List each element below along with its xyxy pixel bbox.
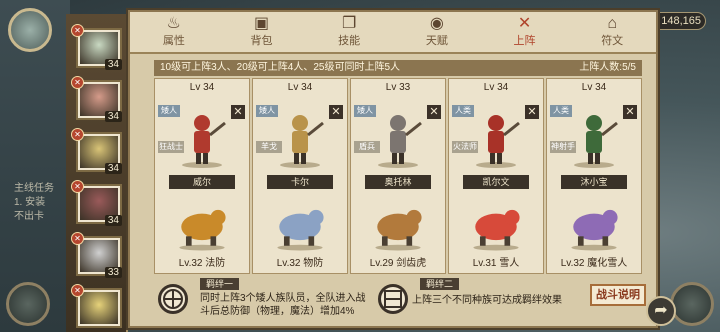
- crossed-swords-icon: ✕: [517, 15, 532, 32]
- hero-figure: [557, 109, 631, 169]
- bond-two-title: 羁绊二: [420, 278, 460, 290]
- hero-level: 34: [104, 163, 122, 174]
- hero-slot[interactable]: ✕ 34: [71, 24, 122, 70]
- tab-label: 技能: [338, 35, 361, 47]
- bond-one-title: 羁绊一: [200, 278, 240, 290]
- hero-card[interactable]: Lv 34 人类 火法师 ✕ 凯尔文 Lv.31 雪人: [448, 78, 544, 274]
- deployed-badge-icon: ✕: [71, 128, 84, 141]
- hero-name: 威尔: [169, 175, 235, 189]
- tab-house[interactable]: ⌂ 符文: [568, 12, 656, 52]
- deployed-badge-icon: ✕: [71, 76, 84, 89]
- flame-icon: ♨: [166, 15, 181, 32]
- hero-slot[interactable]: ✕ 34: [71, 180, 122, 226]
- hero-level: 33: [104, 267, 122, 278]
- return-arrow-icon[interactable]: ➦: [646, 296, 676, 326]
- mount-label: Lv.31 雪人: [472, 258, 520, 269]
- bond-one: 羁绊一 同时上阵3个矮人族队员，全队进入战斗后总防御（物理，魔法）增加4%: [154, 278, 380, 324]
- deploy-rule-text: 10级可上阵3人、20级可上阵4人、25级可同时上阵5人: [160, 62, 401, 73]
- deploy-rule-bar: 10级可上阵3人、20级可上阵4人、25级可同时上阵5人 上阵人数:5/5: [154, 60, 642, 76]
- bond-two-desc: 上阵三个不同种族可达成羁绊效果: [412, 295, 562, 306]
- book-icon: ❐: [342, 15, 357, 32]
- hero-level: 34: [104, 111, 122, 122]
- tab-flame[interactable]: ♨ 属性: [130, 12, 218, 52]
- formation-panel: ♨ 属性 ▣ 背包 ❐ 技能 ◉ 天赋 ✕ 上阵 ⌂ 符文 10级可上阵3人、20级可上阵4人、25级…: [128, 10, 658, 328]
- deployed-badge-icon: ✕: [71, 180, 84, 193]
- hero-name: 卡尔: [267, 175, 333, 189]
- backpack-icon: ▣: [253, 15, 270, 32]
- hero-name: 奥托林: [365, 175, 431, 189]
- bond-one-emblem-icon: [158, 284, 188, 314]
- hero-level: 34: [104, 59, 122, 70]
- house-icon: ⌂: [607, 15, 618, 32]
- tab-label: 属性: [162, 35, 185, 47]
- card-level: Lv 34: [581, 82, 607, 93]
- hero-list: ✕ 34 ✕ 34 ✕ 34 ✕ 34 ✕ 33 ✕: [66, 14, 128, 332]
- tab-label: 天赋: [425, 35, 448, 47]
- hero-figure: [263, 109, 337, 169]
- bond-two-emblem-icon: [378, 284, 408, 314]
- deployed-badge-icon: ✕: [71, 232, 84, 245]
- hero-slot[interactable]: ✕: [71, 284, 122, 328]
- hero-slot[interactable]: ✕ 34: [71, 128, 122, 174]
- tab-book[interactable]: ❐ 技能: [305, 12, 393, 52]
- card-level: Lv 34: [287, 82, 313, 93]
- bottom-left-button[interactable]: [6, 282, 50, 326]
- deployed-badge-icon: ✕: [71, 284, 84, 297]
- tab-backpack[interactable]: ▣ 背包: [218, 12, 306, 52]
- hero-figure: [165, 109, 239, 169]
- hero-figure: [361, 109, 435, 169]
- card-level: Lv 34: [483, 82, 509, 93]
- tab-label: 符文: [601, 35, 624, 47]
- tab-eye[interactable]: ◉ 天赋: [393, 12, 481, 52]
- hero-slot[interactable]: ✕ 33: [71, 232, 122, 278]
- bottom-right-button[interactable]: [670, 282, 714, 326]
- hero-card[interactable]: Lv 34 矮人 羊戈 ✕ 卡尔 Lv.32 物防: [252, 78, 348, 274]
- tab-label: 上阵: [513, 35, 536, 47]
- mount-label: Lv.29 剑齿虎: [369, 258, 427, 269]
- mount-label: Lv.32 法防: [178, 258, 226, 269]
- mount-label: Lv.32 物防: [276, 258, 324, 269]
- hero-card[interactable]: Lv 34 矮人 狂战士 ✕ 威尔 Lv.32 法防: [154, 78, 250, 274]
- eye-icon: ◉: [429, 15, 444, 32]
- deploy-count: 上阵人数:5/5: [579, 62, 636, 73]
- quest-text: 主线任务 1. 安装 不出卡: [14, 183, 54, 222]
- hero-card[interactable]: Lv 33 矮人 盾兵 ✕ 奥托林 Lv.29 剑齿虎: [350, 78, 446, 274]
- tab-label: 背包: [250, 35, 273, 47]
- card-level: Lv 33: [385, 82, 411, 93]
- hero-cards: Lv 34 矮人 狂战士 ✕ 威尔 Lv.32 法防 Lv 34 矮人 羊戈 ✕…: [154, 78, 642, 274]
- tab-crossed-swords[interactable]: ✕ 上阵: [481, 12, 569, 52]
- battle-explain-button[interactable]: 战斗说明: [590, 284, 646, 306]
- hero-level: 34: [104, 215, 122, 226]
- mount-figure: [463, 197, 529, 253]
- mount-figure: [365, 197, 431, 253]
- bond-two: 羁绊二 上阵三个不同种族可达成羁绊效果: [378, 278, 582, 324]
- bond-one-desc: 同时上阵3个矮人族队员，全队进入战斗后总防御（物理，魔法）增加4%: [200, 293, 366, 317]
- card-level: Lv 34: [189, 82, 215, 93]
- mount-figure: [267, 197, 333, 253]
- mount-figure: [561, 197, 627, 253]
- hero-name: 沐小宝: [561, 175, 627, 189]
- tab-bar: ♨ 属性 ▣ 背包 ❐ 技能 ◉ 天赋 ✕ 上阵 ⌂ 符文: [130, 12, 656, 54]
- deployed-badge-icon: ✕: [71, 24, 84, 37]
- mount-label: Lv.32 魔化雪人: [560, 258, 628, 269]
- hero-card[interactable]: Lv 34 人类 神射手 ✕ 沐小宝 Lv.32 魔化雪人: [546, 78, 642, 274]
- hero-name: 凯尔文: [463, 175, 529, 189]
- player-avatar[interactable]: [8, 8, 52, 52]
- mount-figure: [169, 197, 235, 253]
- hero-slot[interactable]: ✕ 34: [71, 76, 122, 122]
- hero-portrait: [80, 292, 118, 324]
- hero-figure: [459, 109, 533, 169]
